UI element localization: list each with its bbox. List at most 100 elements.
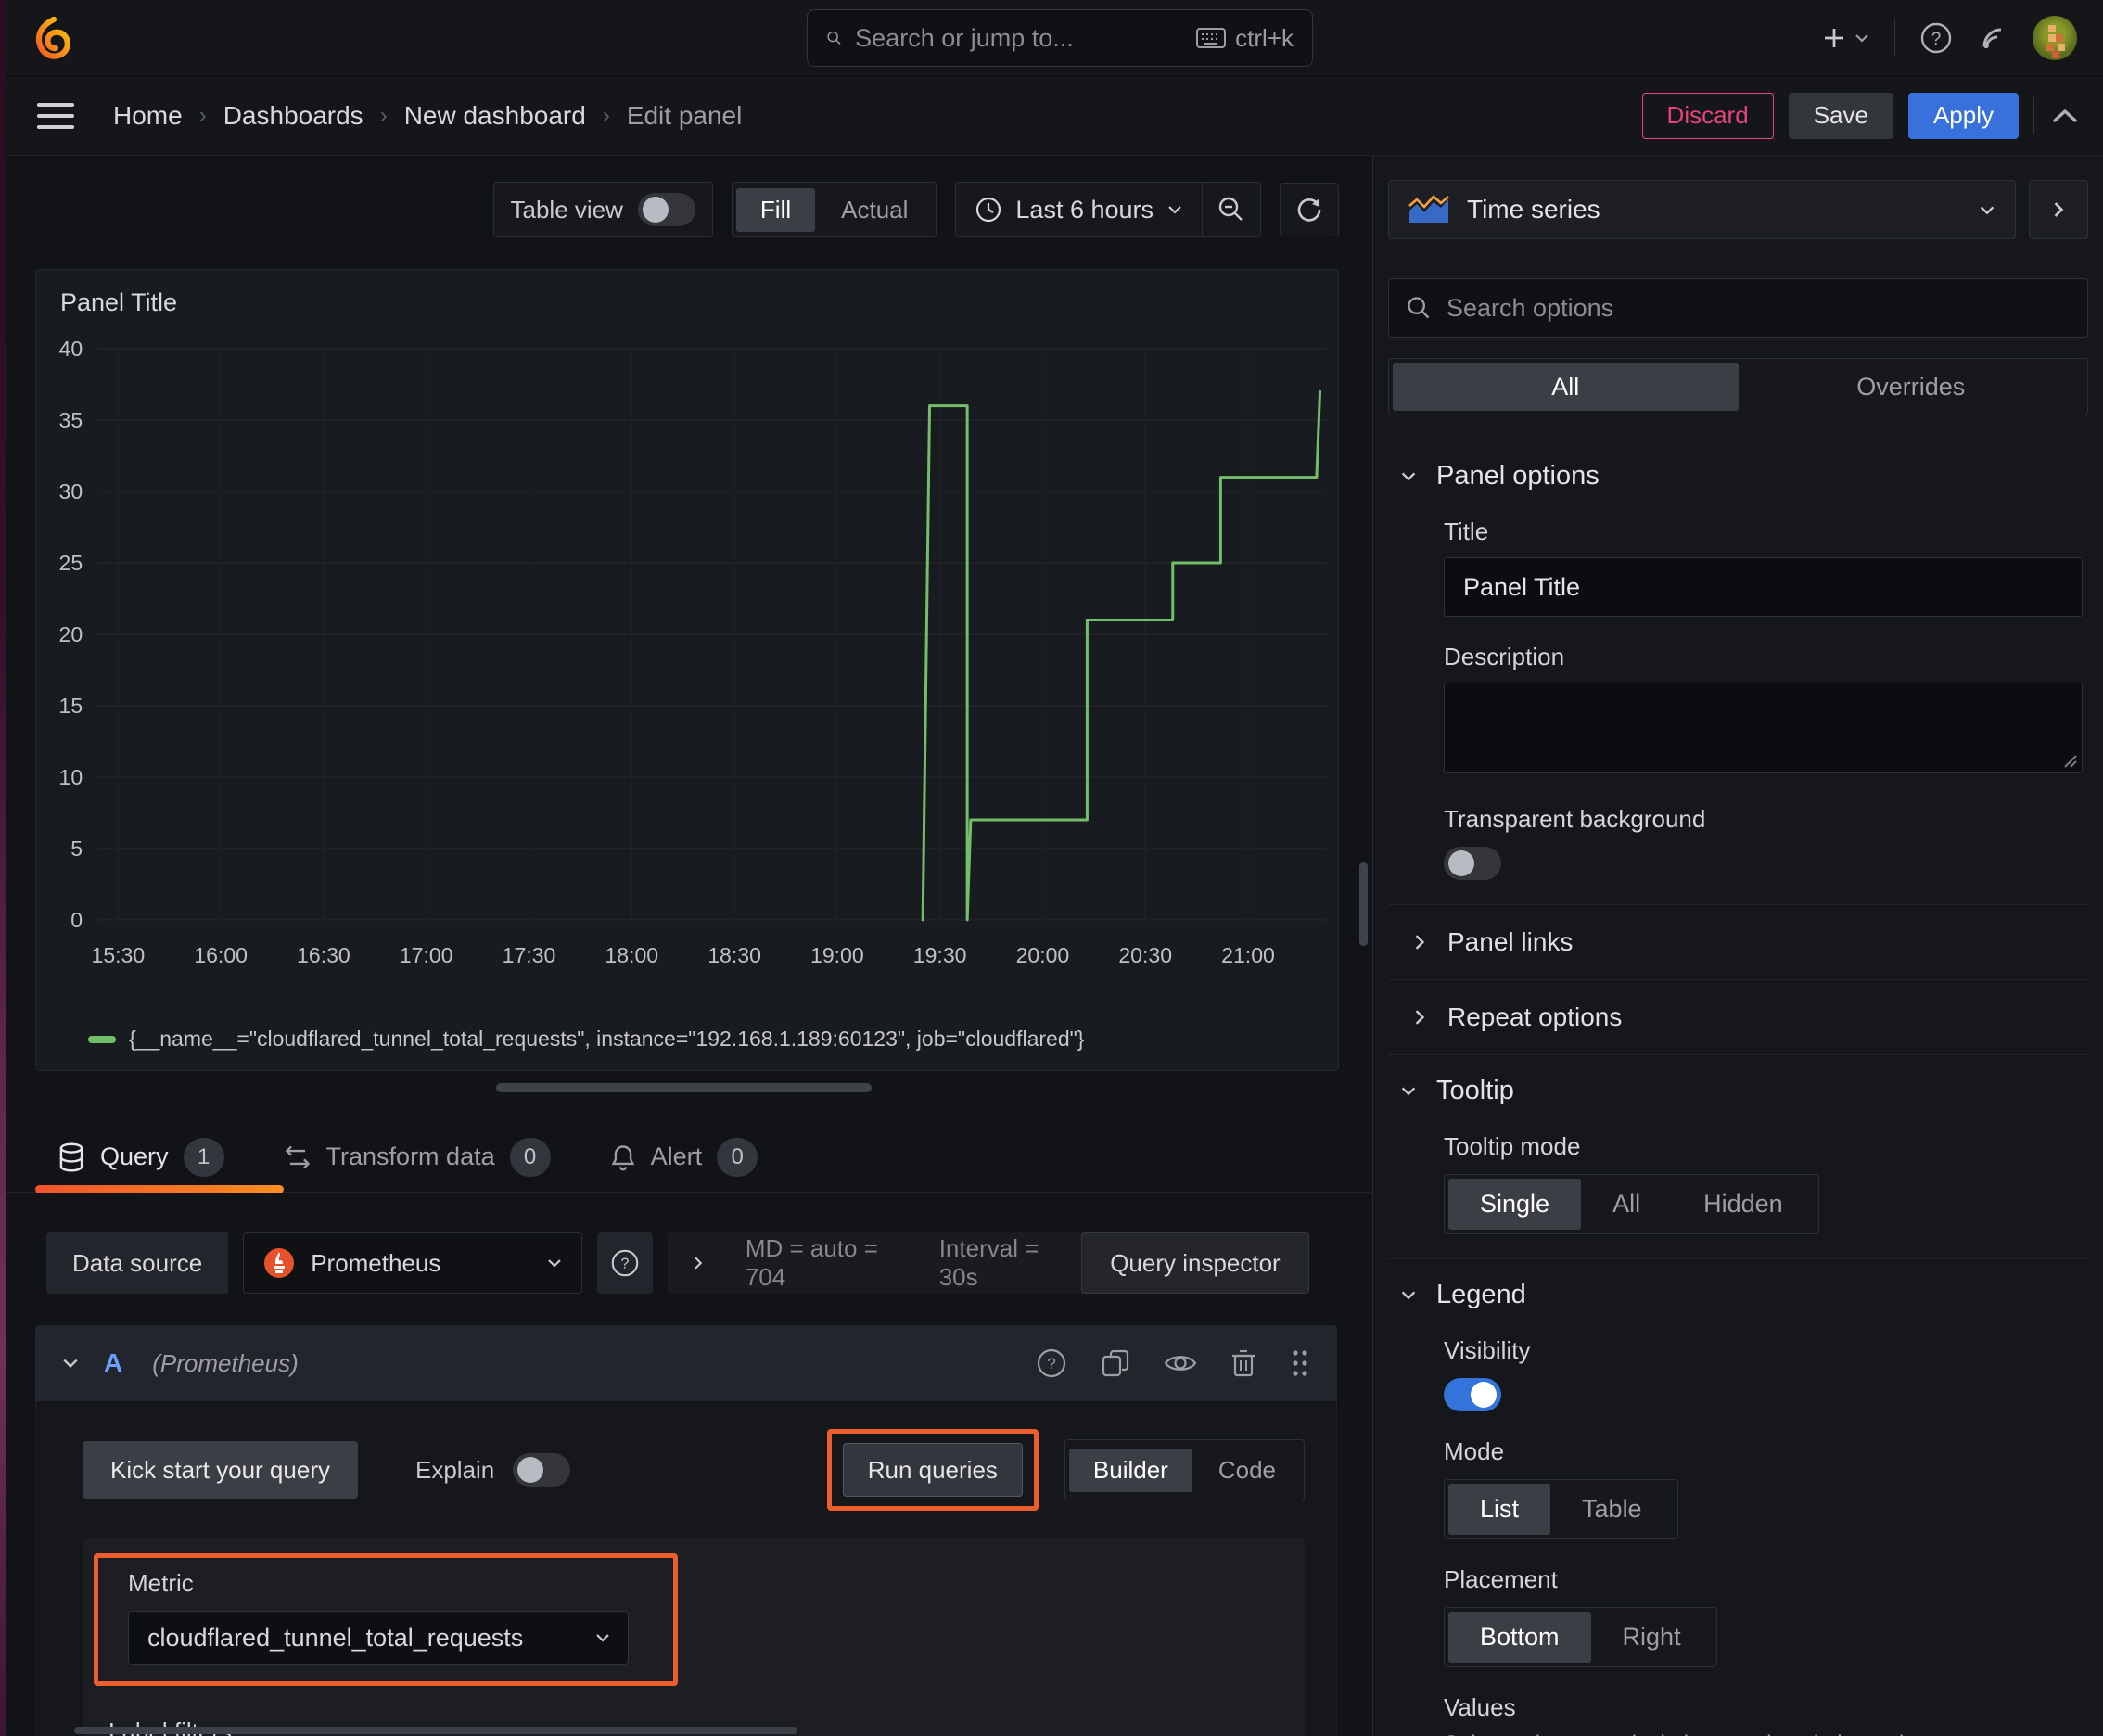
breadcrumb: Home › Dashboards › New dashboard › Edit panel [113,101,742,131]
add-new-button[interactable] [1820,24,1870,52]
metric-select[interactable]: cloudflared_tunnel_total_requests [128,1611,629,1665]
datasource-help-button[interactable]: ? [597,1232,654,1294]
user-avatar[interactable] [2033,16,2077,60]
option-actual[interactable]: Actual [817,188,932,232]
interval-summary: Interval = 30s [938,1234,1039,1291]
panel-title: Panel Title [60,288,178,316]
tab-query[interactable]: Query 1 [57,1122,224,1192]
options-sidebar: Time series Search options All Overrides… [1372,156,2103,1736]
datasource-row: Data source Prometheus ? MD = auto = 704… [46,1232,1337,1294]
breadcrumb-item-edit-panel[interactable]: Edit panel [627,101,743,131]
option-list[interactable]: List [1448,1484,1551,1535]
zoom-out-button[interactable] [1203,183,1260,236]
legend-values-helper: Select values or calculations to show in… [1444,1731,2083,1736]
run-queries-button[interactable]: Run queries [842,1443,1023,1497]
query-options-strip[interactable]: MD = auto = 704 Interval = 30s [668,1232,1088,1294]
options-search[interactable] [1388,278,2088,338]
apply-button[interactable]: Apply [1907,92,2019,139]
option-all[interactable]: All [1581,1179,1672,1230]
keyboard-icon [1196,28,1227,48]
kickstart-query-button[interactable]: Kick start your query [83,1441,358,1499]
options-tabs: All Overrides [1388,358,2088,415]
tooltip-mode-switch: Single All Hidden [1444,1174,1819,1234]
panel-options-header[interactable]: Panel options [1388,461,2088,491]
option-builder[interactable]: Builder [1068,1448,1192,1492]
transparent-bg-toggle[interactable] [1444,847,1501,880]
drag-handle-icon[interactable] [1289,1347,1311,1379]
chevron-down-icon [548,1259,561,1268]
table-view-toggle[interactable] [637,193,695,226]
option-code[interactable]: Code [1194,1449,1300,1492]
explain-label: Explain [414,1455,495,1484]
tab-transform-data[interactable]: Transform data 0 [284,1122,551,1192]
svg-text:?: ? [621,1256,630,1272]
pane-resize-handle[interactable] [496,1083,872,1092]
delete-query-trash-icon[interactable] [1230,1347,1257,1379]
option-hidden[interactable]: Hidden [1672,1179,1815,1230]
breadcrumb-item-dashboards[interactable]: Dashboards [223,101,363,131]
menu-toggle-icon[interactable] [37,96,74,136]
global-search-input[interactable] [855,23,1184,53]
tooltip-mode-label: Tooltip mode [1444,1132,1581,1160]
rss-icon [1982,28,2002,49]
legend-header[interactable]: Legend [1388,1280,2088,1310]
tooltip-header[interactable]: Tooltip [1388,1076,2088,1106]
option-table[interactable]: Table [1550,1484,1674,1535]
grafana-edit-panel: ctrl+k ? [0,0,2103,1736]
option-bottom[interactable]: Bottom [1448,1612,1591,1663]
query-inspector-button[interactable]: Query inspector [1081,1232,1309,1294]
discard-button[interactable]: Discard [1641,92,1774,139]
tab-alert[interactable]: Alert 0 [610,1122,758,1192]
save-button[interactable]: Save [1788,92,1893,139]
nav-divider [1894,19,1895,57]
news-button[interactable] [1977,22,2008,54]
left-pane-scrollbar[interactable] [1359,862,1368,946]
global-search[interactable]: ctrl+k [807,9,1313,67]
metric-label: Metric [128,1569,194,1597]
description-textarea[interactable] [1444,683,2083,773]
collapse-chevron-up-icon[interactable] [2049,105,2081,127]
datasource-picker[interactable]: Prometheus [243,1232,583,1294]
legend-visibility-label: Visibility [1444,1336,1531,1364]
grafana-logo-icon[interactable] [32,16,74,59]
panel-links-row[interactable]: Panel links [1388,904,2088,979]
title-field-label: Title [1444,517,1489,545]
option-all[interactable]: All [1393,363,1739,411]
time-range-picker[interactable]: Last 6 hours [956,196,1202,224]
refresh-icon [1297,198,1321,222]
chart-legend[interactable]: {__name__="cloudflared_tunnel_total_requ… [36,1027,1338,1070]
visualization-picker[interactable]: Time series [1388,180,2016,239]
editor-mode-switch: Builder Code [1064,1439,1305,1500]
query-help-icon[interactable]: ? [1035,1347,1068,1380]
explain-toggle[interactable] [513,1453,571,1487]
query-editor-section: Data source Prometheus ? MD = auto = 704… [0,1194,1372,1736]
main-area: Table view Fill Actual Last 6 hours Pane… [0,156,2103,1736]
time-series-chart[interactable]: 0 5 10 15 20 25 30 35 40 15:30 16:00 16:30 17:00 17:3… [36,317,1338,1027]
query-horizontal-scrollbar[interactable] [74,1727,797,1734]
help-icon: ? [1920,22,1952,54]
svg-text:17:30: 17:30 [503,943,556,967]
breadcrumb-item-home[interactable]: Home [113,101,183,131]
resize-handle-icon[interactable] [2061,752,2078,769]
query-row-header[interactable]: A (Prometheus) ? [35,1325,1337,1401]
alert-count-badge: 0 [717,1137,758,1177]
collapse-chevron-icon[interactable] [61,1356,80,1371]
repeat-options-row[interactable]: Repeat options [1388,979,2088,1054]
refresh-button[interactable] [1280,183,1339,236]
hide-query-eye-icon[interactable] [1163,1349,1198,1377]
duplicate-query-icon[interactable] [1100,1347,1131,1379]
collapse-options-pane-button[interactable] [2029,180,2088,239]
legend-visibility-toggle[interactable] [1444,1378,1501,1411]
panel-title-input[interactable] [1444,557,2083,617]
help-button[interactable]: ? [1919,21,1953,55]
breadcrumb-item-new-dashboard[interactable]: New dashboard [404,101,586,131]
visualization-name: Time series [1467,195,1600,223]
option-single[interactable]: Single [1448,1179,1582,1230]
option-right[interactable]: Right [1591,1612,1713,1663]
option-overrides[interactable]: Overrides [1739,363,2084,411]
options-search-input[interactable] [1447,293,2071,323]
svg-text:10: 10 [59,765,83,789]
nav-actions: ? [1820,0,2077,76]
option-fill[interactable]: Fill [735,187,816,232]
annotation-box-metric: Metric cloudflared_tunnel_total_requests [94,1553,678,1686]
